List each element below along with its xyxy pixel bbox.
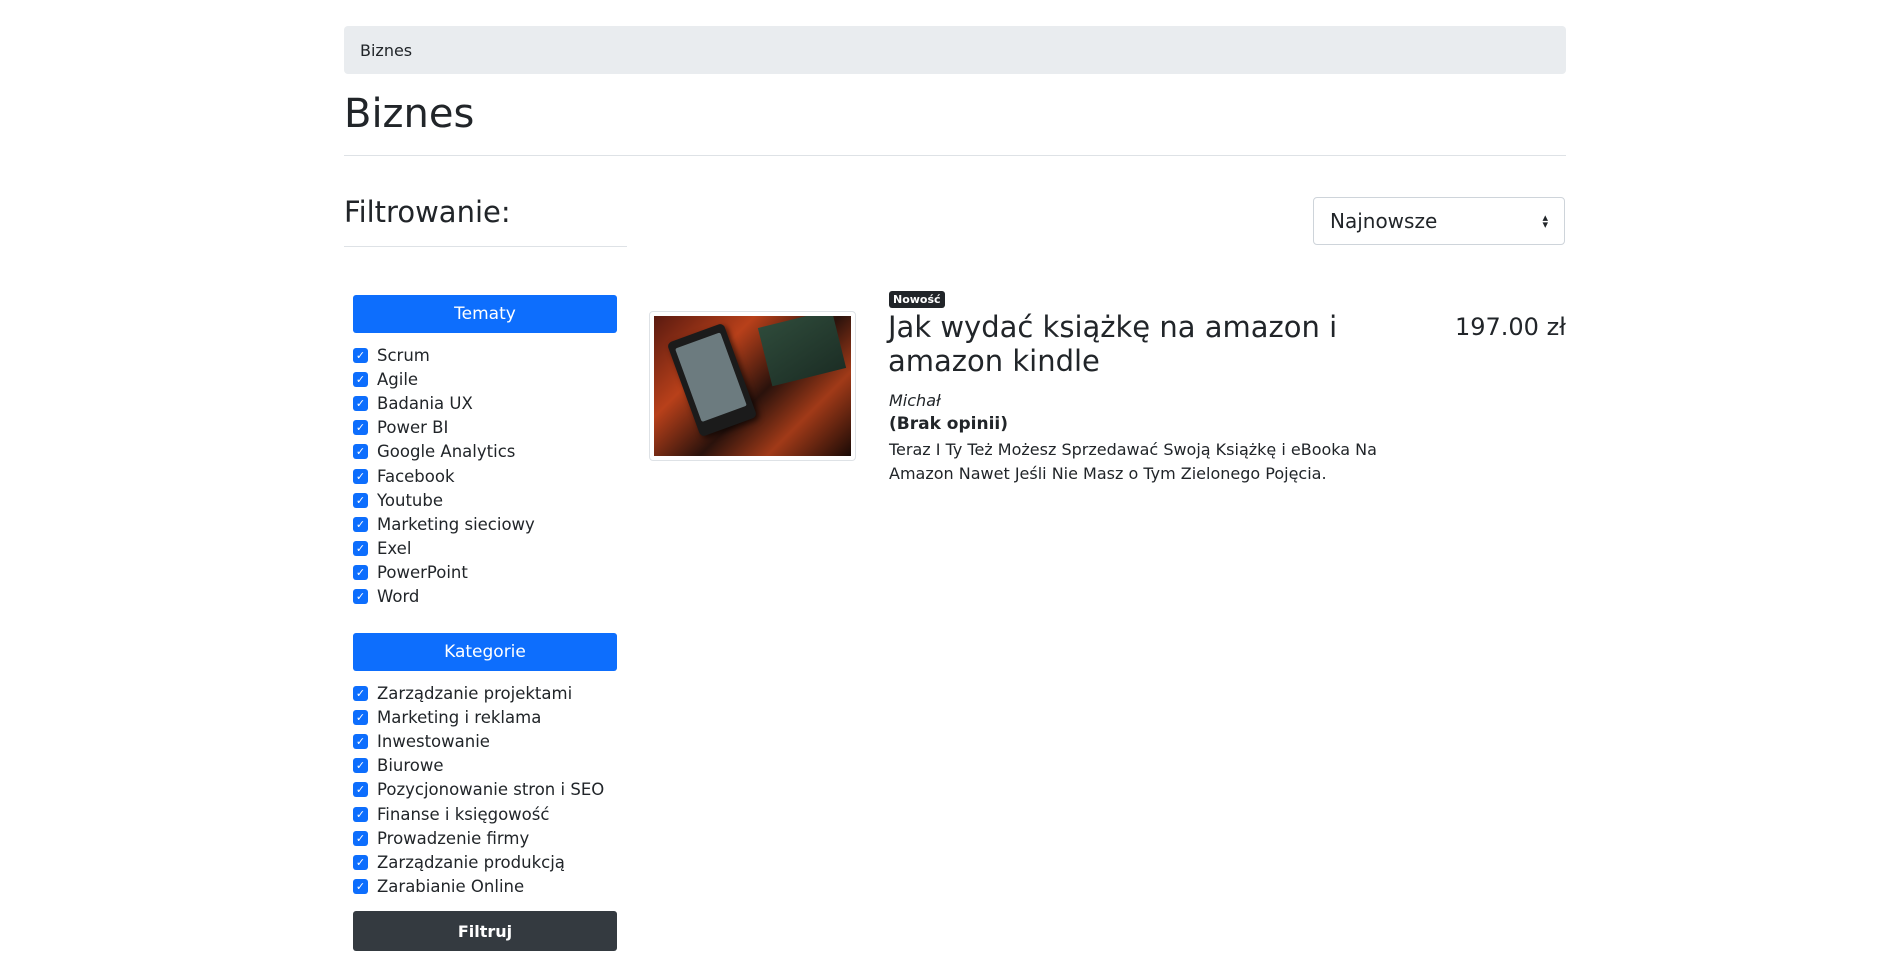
category-checkbox-item[interactable]: ✓ Marketing i reklama (353, 705, 604, 729)
product-price: 197.00 zł (1454, 313, 1566, 341)
check-icon[interactable]: ✓ (353, 806, 368, 822)
check-icon[interactable]: ✓ (353, 565, 368, 581)
category-checkbox-item[interactable]: ✓ Biurowe (353, 754, 604, 778)
book-cover-shape (757, 316, 847, 387)
topic-checkbox-item[interactable]: ✓ Badania UX (353, 391, 535, 415)
category-checkbox-item[interactable]: ✓ Pozycjonowanie stron i SEO (353, 778, 604, 802)
check-icon[interactable]: ✓ (353, 589, 368, 605)
topic-checkbox-item[interactable]: ✓ Google Analytics (353, 440, 535, 464)
categories-header[interactable]: Kategorie (353, 633, 617, 671)
category-checkbox-item[interactable]: ✓ Zarządzanie produkcją (353, 850, 604, 874)
check-icon[interactable]: ✓ (353, 830, 368, 846)
category-label: Inwestowanie (377, 731, 490, 751)
check-icon[interactable]: ✓ (353, 541, 368, 557)
topic-label: Scrum (377, 345, 430, 365)
page: Biznes Biznes Filtrowanie: Najnowsze ▴ ▾ … (0, 0, 1896, 963)
topics-list: ✓ Scrum ✓ Agile ✓ Badania UX ✓ Power BI ✓ Goo… (353, 343, 535, 609)
topic-checkbox-item[interactable]: ✓ Youtube (353, 488, 535, 512)
topic-label: Word (377, 587, 420, 607)
sort-select[interactable]: Najnowsze ▴ ▾ (1313, 197, 1565, 245)
check-icon[interactable]: ✓ (353, 468, 368, 484)
topic-label: Youtube (377, 490, 443, 510)
topic-checkbox-item[interactable]: ✓ Exel (353, 537, 535, 561)
topic-label: Exel (377, 539, 412, 559)
check-icon[interactable]: ✓ (353, 371, 368, 387)
category-checkbox-item[interactable]: ✓ Inwestowanie (353, 729, 604, 753)
ereader-shape (666, 322, 758, 438)
check-icon[interactable]: ✓ (353, 733, 368, 749)
topic-label: Power BI (377, 418, 449, 438)
categories-list: ✓ Zarządzanie projektami ✓ Marketing i rek… (353, 681, 604, 899)
sort-arrows-icon: ▴ ▾ (1542, 211, 1548, 231)
topic-label: Marketing sieciowy (377, 514, 535, 534)
topic-checkbox-item[interactable]: ✓ PowerPoint (353, 561, 535, 585)
topics-header[interactable]: Tematy (353, 295, 617, 333)
sort-select-value: Najnowsze (1330, 209, 1438, 233)
check-icon[interactable]: ✓ (353, 685, 368, 701)
category-label: Zarządzanie produkcją (377, 852, 565, 872)
topic-checkbox-item[interactable]: ✓ Marketing sieciowy (353, 512, 535, 536)
check-icon[interactable]: ✓ (353, 709, 368, 725)
check-icon[interactable]: ✓ (353, 782, 368, 798)
check-icon[interactable]: ✓ (353, 347, 368, 363)
product-author: Michał (889, 391, 941, 410)
topic-checkbox-item[interactable]: ✓ Power BI (353, 416, 535, 440)
category-label: Prowadzenie firmy (377, 828, 530, 848)
category-label: Finanse i księgowość (377, 804, 550, 824)
category-checkbox-item[interactable]: ✓ Zarządzanie projektami (353, 681, 604, 705)
topic-checkbox-item[interactable]: ✓ Facebook (353, 464, 535, 488)
product-description: Teraz I Ty Też Możesz Sprzedawać Swoją K… (889, 440, 1377, 483)
product-image (654, 316, 851, 456)
topic-label: Google Analytics (377, 442, 516, 462)
check-icon[interactable]: ✓ (353, 854, 368, 870)
product-reviews: (Brak opinii) (889, 414, 1009, 434)
breadcrumb-item-current[interactable]: Biznes (360, 41, 412, 60)
check-icon[interactable]: ✓ (353, 420, 368, 436)
category-checkbox-item[interactable]: ✓ Prowadzenie firmy (353, 826, 604, 850)
title-divider (344, 155, 1566, 156)
check-icon[interactable]: ✓ (353, 516, 368, 532)
category-label: Zarabianie Online (377, 877, 525, 897)
category-label: Biurowe (377, 756, 444, 776)
category-label: Marketing i reklama (377, 707, 542, 727)
filter-heading: Filtrowanie: (344, 195, 511, 229)
filter-divider (344, 246, 627, 247)
filter-submit-button[interactable]: Filtruj (353, 911, 617, 951)
product-title-link[interactable]: Jak wydać książkę na amazon i amazon kin… (888, 310, 1368, 378)
new-badge: Nowość (889, 291, 945, 308)
topic-checkbox-item[interactable]: ✓ Agile (353, 367, 535, 391)
topic-checkbox-item[interactable]: ✓ Word (353, 585, 535, 609)
category-checkbox-item[interactable]: ✓ Finanse i księgowość (353, 802, 604, 826)
topic-label: Facebook (377, 466, 455, 486)
category-checkbox-item[interactable]: ✓ Zarabianie Online (353, 875, 604, 899)
topic-checkbox-item[interactable]: ✓ Scrum (353, 343, 535, 367)
check-icon[interactable]: ✓ (353, 444, 368, 460)
check-icon[interactable]: ✓ (353, 492, 368, 508)
check-icon[interactable]: ✓ (353, 395, 368, 411)
category-label: Zarządzanie projektami (377, 683, 573, 703)
check-icon[interactable]: ✓ (353, 879, 368, 895)
page-title: Biznes (344, 91, 475, 137)
check-icon[interactable]: ✓ (353, 758, 368, 774)
topic-label: Badania UX (377, 393, 473, 413)
product-thumbnail[interactable] (649, 311, 856, 461)
ereader-screen (675, 332, 747, 423)
topic-label: Agile (377, 369, 419, 389)
category-label: Pozycjonowanie stron i SEO (377, 780, 605, 800)
topic-label: PowerPoint (377, 563, 468, 583)
breadcrumb: Biznes (344, 26, 1566, 74)
